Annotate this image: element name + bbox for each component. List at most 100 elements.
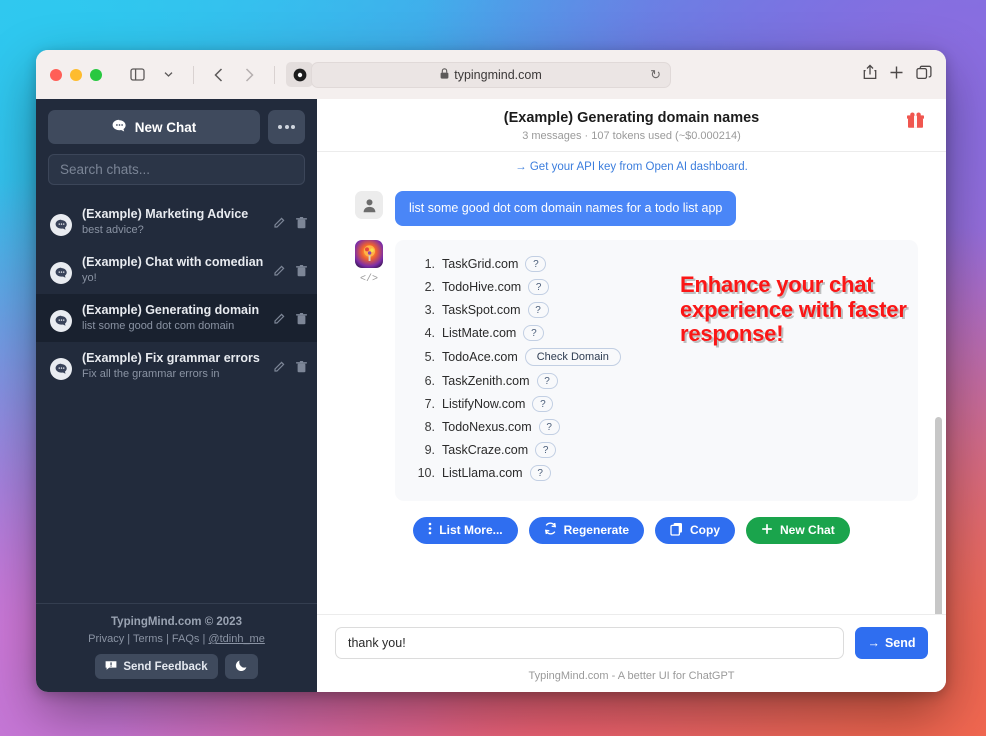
chat-title: (Example) Chat with comedian xyxy=(82,255,263,269)
chat-main-panel: (Example) Generating domain names 3 mess… xyxy=(317,99,946,692)
send-feedback-button[interactable]: Send Feedback xyxy=(95,654,218,679)
chat-header: (Example) Generating domain names 3 mess… xyxy=(317,99,946,152)
domain-name: TaskSpot.com xyxy=(442,303,521,318)
edit-chat-icon[interactable] xyxy=(273,216,285,234)
send-feedback-label: Send Feedback xyxy=(123,660,208,673)
domain-list-item: 8. TodoNexus.com ? xyxy=(413,416,900,439)
sidebar-more-menu-button[interactable] xyxy=(268,110,305,144)
domain-name: TodoHive.com xyxy=(442,280,522,295)
send-button[interactable]: → Send xyxy=(855,627,928,659)
domain-check-badge[interactable]: ? xyxy=(536,373,558,390)
plus-icon[interactable] xyxy=(889,65,904,85)
api-key-notice[interactable]: → Get your API key from Open AI dashboar… xyxy=(317,152,946,177)
conversation-scrollbar[interactable] xyxy=(935,417,942,614)
terms-link[interactable]: Terms xyxy=(133,633,163,645)
gift-icon[interactable] xyxy=(907,112,924,134)
message-input[interactable]: thank you! xyxy=(335,627,844,659)
chat-title: (Example) Fix grammar errors xyxy=(82,351,260,365)
sidebar-toggle-icon[interactable] xyxy=(124,62,151,87)
privacy-link[interactable]: Privacy xyxy=(88,633,124,645)
domain-name: TodoNexus.com xyxy=(442,420,532,435)
chat-preview: best advice? xyxy=(82,224,144,236)
reload-icon[interactable]: ↻ xyxy=(650,67,661,83)
list-more-label: List More... xyxy=(439,523,503,538)
domain-number: 9. xyxy=(424,443,435,458)
domain-check-badge[interactable]: ? xyxy=(538,419,560,436)
address-bar[interactable]: typingmind.com ↻ xyxy=(311,61,671,88)
browser-toolbar: typingmind.com ↻ xyxy=(36,50,946,99)
domain-number: 8. xyxy=(424,420,435,435)
chat-meta: 3 messages · 107 tokens used (~$0.000214… xyxy=(522,130,741,142)
domain-name: ListifyNow.com xyxy=(442,397,526,412)
new-chat-button[interactable]: New Chat xyxy=(48,110,260,144)
twitter-handle-link[interactable]: @tdinh_me xyxy=(208,633,264,645)
regenerate-button[interactable]: Regenerate xyxy=(528,516,645,544)
domain-name: TaskZenith.com xyxy=(442,374,530,389)
domain-number: 10. xyxy=(417,466,435,481)
record-icon[interactable] xyxy=(286,62,313,87)
domain-name: TaskGrid.com xyxy=(442,257,519,272)
domain-check-badge[interactable]: ? xyxy=(528,279,550,296)
chat-preview: yo! xyxy=(82,272,97,284)
domain-check-badge[interactable]: ? xyxy=(523,325,545,342)
message-composer: thank you! → Send xyxy=(317,614,946,659)
conversation-area: list some good dot com domain names for … xyxy=(317,177,946,614)
domain-check-badge[interactable]: ? xyxy=(532,396,554,413)
domain-check-badge[interactable]: ? xyxy=(525,256,547,273)
moon-icon xyxy=(235,659,248,675)
chat-list-item[interactable]: (Example) Fix grammar errors Fix all the… xyxy=(36,342,317,390)
back-arrow-icon[interactable] xyxy=(205,62,232,87)
faqs-link[interactable]: FAQs xyxy=(172,633,200,645)
page-title: (Example) Generating domain names xyxy=(503,110,760,126)
share-icon[interactable] xyxy=(863,64,877,85)
toolbar-divider xyxy=(193,65,194,84)
delete-chat-icon[interactable] xyxy=(296,264,307,282)
list-more-button[interactable]: List More... xyxy=(413,516,518,544)
new-chat-action-button[interactable]: New Chat xyxy=(746,516,850,544)
forward-arrow-icon[interactable] xyxy=(236,62,263,87)
delete-chat-icon[interactable] xyxy=(296,360,307,378)
close-window-button[interactable] xyxy=(50,68,62,81)
domain-name: TodoAce.com xyxy=(442,350,518,365)
new-chat-label: New Chat xyxy=(134,119,197,135)
copy-button[interactable]: Copy xyxy=(655,516,736,544)
domain-check-badge[interactable]: ? xyxy=(529,465,551,482)
browser-window: typingmind.com ↻ New Chat Search chats..… xyxy=(36,50,946,692)
edit-chat-icon[interactable] xyxy=(273,312,285,330)
domain-number: 7. xyxy=(424,397,435,412)
domain-list-item: 9. TaskCraze.com ? xyxy=(413,439,900,462)
tabs-overview-icon[interactable] xyxy=(916,65,932,85)
domain-list-item: 10. ListLlama.com ? xyxy=(413,462,900,485)
chat-list-item[interactable]: (Example) Chat with comedian yo! xyxy=(36,246,317,294)
edit-chat-icon[interactable] xyxy=(273,264,285,282)
ai-response-card: 1. TaskGrid.com ? 2. TodoHive.com ? 3. T… xyxy=(395,239,918,501)
toolbar-divider-2 xyxy=(274,65,275,84)
dark-mode-toggle[interactable] xyxy=(224,654,258,679)
check-domain-button[interactable]: Check Domain xyxy=(524,348,621,367)
domain-check-badge[interactable]: ? xyxy=(527,302,549,319)
domain-check-badge[interactable]: ? xyxy=(535,442,557,459)
window-traffic-lights[interactable] xyxy=(50,68,102,81)
footer-links: Privacy | Terms | FAQs | @tdinh_me xyxy=(46,633,307,645)
edit-chat-icon[interactable] xyxy=(273,360,285,378)
search-chats-input[interactable]: Search chats... xyxy=(48,154,305,185)
chevron-down-icon[interactable] xyxy=(155,62,182,87)
message-action-buttons: List More... Regenerate Copy New Chat xyxy=(345,501,918,556)
maximize-window-button[interactable] xyxy=(90,68,102,81)
delete-chat-icon[interactable] xyxy=(296,216,307,234)
domain-name: TaskCraze.com xyxy=(442,443,529,458)
chat-preview: Fix all the grammar errors in xyxy=(82,368,220,380)
code-icon[interactable]: </> xyxy=(355,274,383,285)
domain-number: 2. xyxy=(424,280,435,295)
search-placeholder: Search chats... xyxy=(60,162,151,177)
chat-list-item[interactable]: (Example) Marketing Advice best advice? xyxy=(36,198,317,246)
domain-number: 4. xyxy=(424,326,435,341)
chat-bubble-icon xyxy=(50,262,72,284)
copyright-text: TypingMind.com © 2023 xyxy=(111,616,242,628)
domain-list-item: 7. ListifyNow.com ? xyxy=(413,393,900,416)
chat-list-item-selected[interactable]: (Example) Generating domain ... list som… xyxy=(36,294,317,342)
plus-icon xyxy=(761,523,773,538)
delete-chat-icon[interactable] xyxy=(296,312,307,330)
minimize-window-button[interactable] xyxy=(70,68,82,81)
user-message-row: list some good dot com domain names for … xyxy=(345,191,918,226)
